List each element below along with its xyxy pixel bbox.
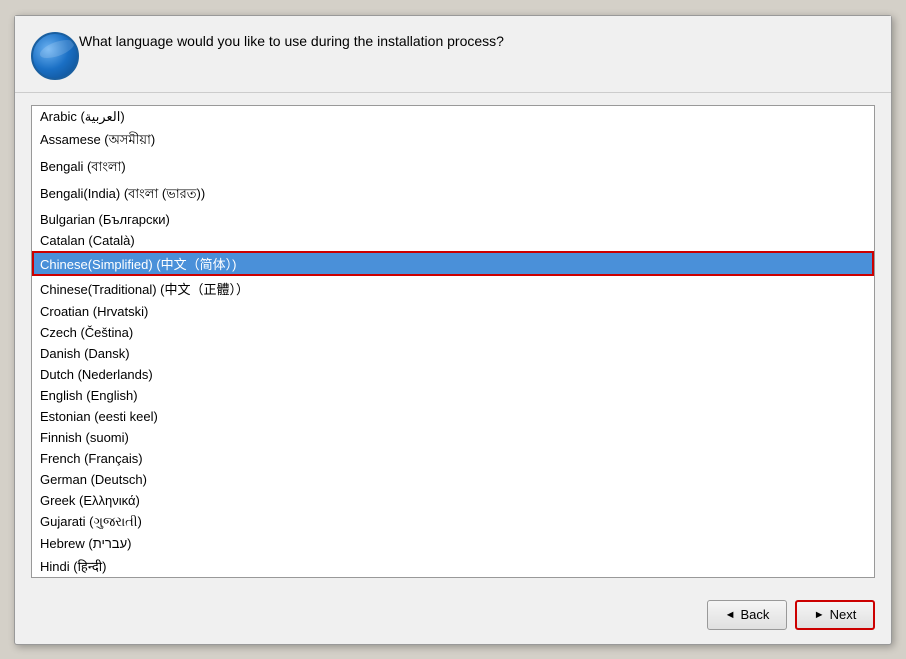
back-label: Back bbox=[740, 607, 769, 622]
list-item[interactable]: Bulgarian (Български) bbox=[32, 209, 874, 230]
list-item[interactable]: Finnish (suomi) bbox=[32, 427, 874, 448]
list-item[interactable]: Catalan (Català) bbox=[32, 230, 874, 251]
list-item[interactable]: Hindi (हिन्दी) bbox=[32, 554, 874, 577]
install-dialog: What language would you like to use duri… bbox=[14, 15, 892, 645]
dialog-header: What language would you like to use duri… bbox=[15, 16, 891, 93]
list-item[interactable]: Bengali(India) (বাংলা (ভারত)) bbox=[32, 182, 874, 209]
list-item[interactable]: Bengali (বাংলা) bbox=[32, 155, 874, 182]
list-item[interactable]: Assamese (অসমীয়া) bbox=[32, 128, 874, 155]
list-item[interactable]: Estonian (eesti keel) bbox=[32, 406, 874, 427]
back-button[interactable]: ◄ Back bbox=[707, 600, 787, 630]
list-item[interactable]: Hebrew (עברית) bbox=[32, 533, 874, 554]
list-item[interactable]: Chinese(Simplified) (中文（简体）) bbox=[32, 251, 874, 276]
next-button[interactable]: ► Next bbox=[795, 600, 875, 630]
next-icon: ► bbox=[814, 609, 825, 621]
globe-icon bbox=[31, 32, 79, 80]
list-item[interactable]: Gujarati (ગુજરાતી) bbox=[32, 511, 874, 533]
list-item[interactable]: Danish (Dansk) bbox=[32, 343, 874, 364]
language-list[interactable]: Arabic (العربية)Assamese (অসমীয়া)Bengal… bbox=[32, 106, 874, 577]
header-question: What language would you like to use duri… bbox=[79, 32, 504, 52]
dialog-footer: ◄ Back ► Next bbox=[15, 590, 891, 644]
list-item[interactable]: Dutch (Nederlands) bbox=[32, 364, 874, 385]
next-label: Next bbox=[830, 607, 857, 622]
list-item[interactable]: English (English) bbox=[32, 385, 874, 406]
list-item[interactable]: German (Deutsch) bbox=[32, 469, 874, 490]
dialog-content: Arabic (العربية)Assamese (অসমীয়া)Bengal… bbox=[15, 93, 891, 590]
list-item[interactable]: Arabic (العربية) bbox=[32, 106, 874, 128]
list-item[interactable]: Chinese(Traditional) (中文（正體）） bbox=[32, 276, 874, 301]
list-item[interactable]: Greek (Ελληνικά) bbox=[32, 490, 874, 511]
list-item[interactable]: Croatian (Hrvatski) bbox=[32, 301, 874, 322]
language-listbox-wrapper: Arabic (العربية)Assamese (অসমীয়া)Bengal… bbox=[31, 105, 875, 578]
list-item[interactable]: French (Français) bbox=[32, 448, 874, 469]
list-item[interactable]: Czech (Čeština) bbox=[32, 322, 874, 343]
back-icon: ◄ bbox=[725, 609, 736, 621]
